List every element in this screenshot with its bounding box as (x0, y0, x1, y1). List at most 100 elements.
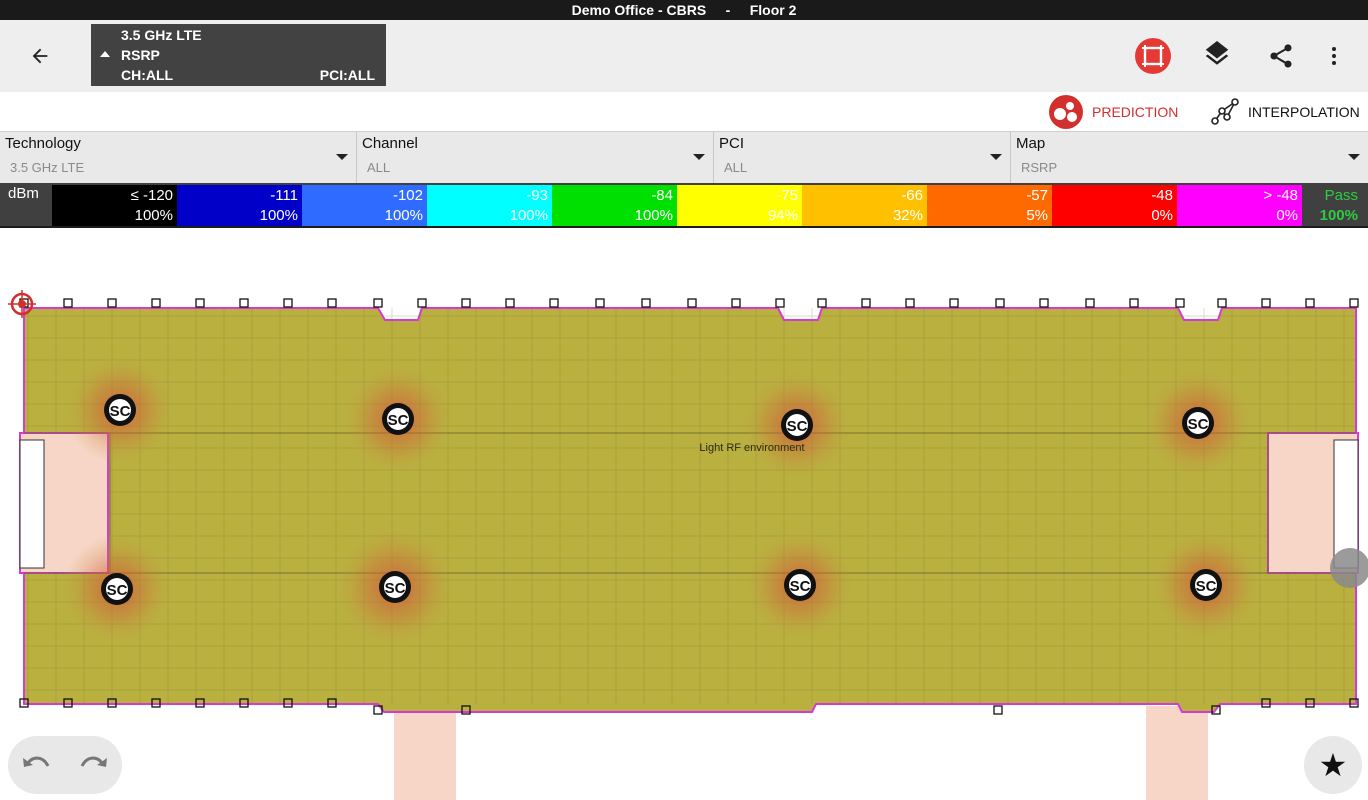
redo-icon (80, 756, 107, 767)
legend-bin-value: -111 (270, 187, 298, 204)
filter-channel[interactable]: Channel ALL (357, 132, 714, 184)
legend-bin-value: -75 (776, 187, 798, 204)
legend-pass: Pass 100% (1302, 185, 1360, 226)
prediction-icon (1049, 95, 1083, 129)
stair-extension-right (1146, 706, 1208, 800)
interpolation-icon (1211, 98, 1239, 125)
view-mode-bar: PREDICTION INTERPOLATION (0, 92, 1368, 132)
svg-text:SC: SC (1196, 578, 1217, 595)
redo-button[interactable] (76, 748, 112, 782)
filter-technology-label: Technology (5, 135, 81, 152)
svg-text:SC: SC (388, 412, 409, 429)
layers-button[interactable] (1197, 36, 1237, 76)
legend-bin-value: -84 (651, 187, 673, 204)
legend-bin-pct: 100% (384, 207, 423, 224)
interpolation-label: INTERPOLATION (1248, 104, 1360, 120)
legend-bin-pct: 5% (1026, 207, 1048, 224)
filter-map-value: RSRP (1021, 160, 1058, 175)
access-point-marker[interactable]: SC (104, 394, 136, 426)
legend-bin: ≤ -120 100% (52, 185, 177, 226)
legend-bin: -48 0% (1052, 185, 1177, 226)
dropdown-arrow-icon (1348, 154, 1360, 160)
legend-bin-value: -48 (1151, 187, 1173, 204)
dropdown-arrow-icon (990, 154, 1002, 160)
legend-bin: -102 100% (302, 185, 427, 226)
legend-bin: -84 100% (552, 185, 677, 226)
interpolation-mode-button[interactable]: INTERPOLATION (1210, 94, 1360, 130)
info-technology: 3.5 GHz LTE (121, 27, 202, 43)
svg-text:SC: SC (1188, 416, 1209, 433)
svg-text:SC: SC (385, 580, 406, 597)
measurement-summary[interactable]: 3.5 GHz LTE RSRP CH:ALL PCI:ALL (91, 24, 386, 86)
info-pci: PCI:ALL (319, 67, 375, 83)
legend-bin-pct: 94% (767, 207, 798, 224)
filter-channel-label: Channel (362, 135, 418, 152)
filter-pci-value: ALL (724, 160, 748, 175)
access-point-marker[interactable]: SC (382, 403, 414, 435)
legend-bin-pct: 0% (1151, 207, 1173, 224)
star-icon: ★ (1318, 747, 1348, 783)
svg-text:SC: SC (787, 418, 808, 435)
svg-text:SC: SC (110, 403, 131, 420)
floor-plan-map[interactable]: Light RF environment SC SC SC SC SC SC S… (0, 228, 1368, 800)
collapse-caret-icon[interactable] (100, 51, 110, 57)
favorite-button[interactable]: ★ (1304, 736, 1362, 794)
legend-bin: -111 100% (177, 185, 302, 226)
legend-bin-pct: 100% (634, 207, 673, 224)
legend-bin-pct: 100% (134, 207, 173, 224)
access-point-marker[interactable]: SC (781, 409, 813, 441)
stair-extension-left (394, 706, 456, 800)
svg-text:SC: SC (790, 578, 811, 595)
share-button[interactable] (1261, 36, 1301, 76)
window-title: Demo Office - CBRS - Floor 2 (0, 0, 1368, 20)
filter-bar: Technology 3.5 GHz LTE Channel ALL PCI A… (0, 131, 1368, 184)
more-options-button[interactable] (1314, 36, 1354, 76)
undo-button[interactable] (18, 748, 54, 782)
legend-bin: > -48 0% (1177, 185, 1302, 226)
access-point-marker[interactable]: SC (784, 569, 816, 601)
more-vert-icon (1332, 47, 1336, 65)
info-channel: CH:ALL (121, 67, 174, 83)
access-point-marker[interactable]: SC (379, 571, 411, 603)
access-point-marker[interactable]: SC (101, 573, 133, 605)
dropdown-arrow-icon (336, 154, 348, 160)
filter-map-label: Map (1016, 135, 1046, 152)
dropdown-arrow-icon (693, 154, 705, 160)
prediction-label: PREDICTION (1092, 104, 1179, 120)
legend-bin-value: -66 (901, 187, 923, 204)
undo-icon (23, 756, 50, 767)
filter-technology-value: 3.5 GHz LTE (10, 160, 85, 175)
undo-redo-group (8, 736, 122, 794)
legend-bin-value: ≤ -120 (130, 187, 173, 204)
legend-bin: -57 5% (927, 185, 1052, 226)
layers-icon (1205, 41, 1229, 65)
back-button[interactable] (22, 38, 58, 74)
filter-map[interactable]: Map RSRP (1011, 132, 1368, 184)
legend-bin: -75 94% (677, 185, 802, 226)
area-select-icon (1135, 38, 1171, 74)
access-point-marker[interactable]: SC (1190, 569, 1222, 601)
map-note: Light RF environment (699, 442, 804, 454)
floor-plan-canvas[interactable]: Light RF environment SC SC SC SC SC SC S… (0, 228, 1368, 800)
access-point-marker[interactable]: SC (1182, 407, 1214, 439)
legend-bin-pct: 0% (1276, 207, 1298, 224)
legend-bin-value: > -48 (1263, 187, 1298, 204)
legend-bin: -66 32% (802, 185, 927, 226)
filter-pci[interactable]: PCI ALL (714, 132, 1011, 184)
legend-bin-pct: 100% (509, 207, 548, 224)
filter-channel-value: ALL (367, 160, 391, 175)
share-icon (1270, 44, 1292, 68)
prediction-mode-button[interactable]: PREDICTION (1048, 94, 1178, 130)
area-select-button[interactable] (1133, 36, 1173, 76)
legend-pass-pct: 100% (1319, 207, 1358, 224)
info-metric: RSRP (121, 47, 160, 63)
legend-bin-value: -93 (526, 187, 548, 204)
filter-pci-label: PCI (719, 135, 745, 152)
side-drawer-handle[interactable] (1330, 548, 1368, 588)
legend-bin-value: -102 (392, 187, 423, 204)
signal-legend: dBm ≤ -120 100% -111 100% -102 100% -93 100% -84… (0, 183, 1368, 228)
app-bar: 3.5 GHz LTE RSRP CH:ALL PCI:ALL (0, 20, 1368, 92)
filter-technology[interactable]: Technology 3.5 GHz LTE (0, 132, 357, 184)
legend-bin-value: -57 (1026, 187, 1048, 204)
legend-pass-label: Pass (1324, 187, 1358, 204)
